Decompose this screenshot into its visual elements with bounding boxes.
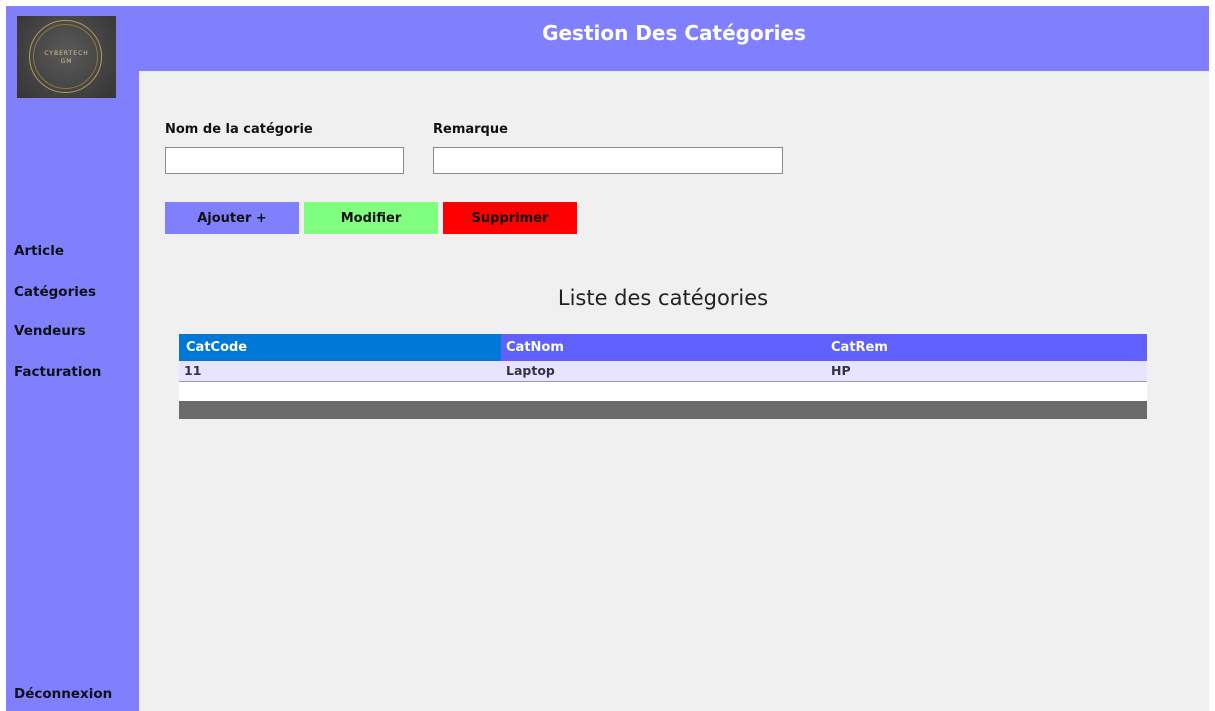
- grid-horizontal-scrollbar[interactable]: [179, 401, 1147, 419]
- sidebar-item-facturation[interactable]: Facturation: [14, 364, 101, 380]
- cell-catrem: HP: [831, 363, 851, 378]
- edit-button[interactable]: Modifier: [304, 202, 438, 234]
- app-window: CYBERTECH GM Article Catégories Vendeurs…: [6, 6, 1209, 711]
- cell-catcode: 11: [184, 363, 202, 378]
- logo-text-line2: GM: [60, 58, 73, 65]
- column-header-catrem[interactable]: CatRem: [831, 334, 888, 361]
- column-header-catcode[interactable]: CatCode: [179, 334, 501, 361]
- cybertech-logo: CYBERTECH GM: [17, 16, 116, 98]
- sidebar-item-categories[interactable]: Catégories: [14, 284, 96, 300]
- sidebar-item-article[interactable]: Article: [14, 243, 64, 259]
- remark-label: Remarque: [433, 122, 508, 137]
- logo-text-line1: CYBERTECH: [44, 50, 89, 57]
- cell-catnom: Laptop: [506, 363, 555, 378]
- category-name-input[interactable]: [165, 147, 404, 174]
- category-list-title: Liste des catégories: [557, 286, 769, 310]
- table-row[interactable]: 11 Laptop HP: [179, 361, 1147, 381]
- logout-link[interactable]: Déconnexion: [14, 686, 112, 702]
- sidebar-item-vendeurs[interactable]: Vendeurs: [14, 323, 86, 339]
- page-title: Gestion Des Catégories: [542, 21, 806, 45]
- grid-empty-area: [179, 381, 1147, 401]
- grid-header-row: CatCode CatNom CatRem: [179, 334, 1147, 361]
- sidebar: CYBERTECH GM Article Catégories Vendeurs…: [6, 6, 139, 711]
- category-grid[interactable]: CatCode CatNom CatRem 11 Laptop HP: [179, 334, 1147, 419]
- header-bar: Gestion Des Catégories: [139, 6, 1209, 71]
- logo-text: CYBERTECH GM: [17, 50, 116, 66]
- remark-input[interactable]: [433, 147, 783, 174]
- category-name-label: Nom de la catégorie: [165, 122, 313, 137]
- add-button[interactable]: Ajouter +: [165, 202, 299, 234]
- column-header-catnom[interactable]: CatNom: [506, 334, 564, 361]
- delete-button[interactable]: Supprimer: [443, 202, 577, 234]
